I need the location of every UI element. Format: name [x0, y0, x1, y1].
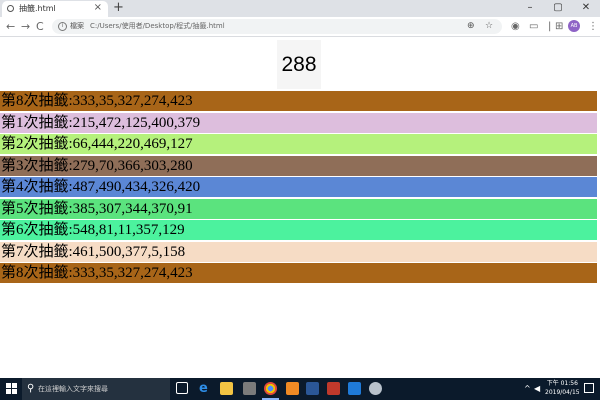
- draw-row: 第3次抽籤:279,70,366,303,280: [0, 155, 597, 176]
- browser-tab-strip: 抽籤.html × + – ▢ ✕: [0, 0, 600, 17]
- extension-icon[interactable]: ◉: [511, 19, 520, 34]
- taskbar-search-placeholder: 在這裡輸入文字來搜尋: [38, 385, 108, 393]
- browser-tab[interactable]: 抽籤.html ×: [2, 1, 108, 17]
- app-icon[interactable]: [286, 382, 299, 395]
- minimize-button[interactable]: –: [516, 0, 544, 17]
- window-controls: – ▢ ✕: [516, 0, 600, 17]
- clock-date: 2019/04/15: [545, 389, 580, 396]
- draw-row: 第1次抽籤:215,472,125,400,379: [0, 112, 597, 133]
- info-icon: i: [58, 21, 67, 31]
- notification-icon[interactable]: [584, 383, 594, 393]
- close-tab-icon[interactable]: ×: [94, 2, 102, 14]
- store-icon[interactable]: [243, 382, 256, 395]
- draw-row: 第7次抽籤:461,500,377,5,158: [0, 241, 597, 262]
- paint-icon[interactable]: [369, 382, 382, 395]
- draw-row: 第4次抽籤:487,490,434,326,420: [0, 177, 597, 197]
- result-number: 288: [277, 40, 321, 89]
- taskbar-search-box[interactable]: ⚲ 在這裡輸入文字來搜尋: [22, 378, 170, 400]
- forward-button[interactable]: →: [21, 19, 30, 34]
- windows-taskbar: ⚲ 在這裡輸入文字來搜尋 e ^ ◀ 下午 01:56 2019/04/15: [0, 378, 600, 400]
- maximize-button[interactable]: ▢: [544, 0, 572, 17]
- close-window-button[interactable]: ✕: [572, 0, 600, 17]
- new-tab-button[interactable]: +: [113, 0, 124, 16]
- globe-icon: [7, 5, 14, 12]
- draw-row: 第5次抽籤:385,307,344,370,91: [0, 198, 597, 219]
- draw-row: 第2次抽籤:66,444,220,469,127: [0, 134, 597, 154]
- tray-chevron-icon[interactable]: ^: [524, 383, 531, 395]
- cast-icon[interactable]: ▭: [529, 19, 538, 34]
- separator-icon: |: [548, 21, 552, 32]
- site-info-label: 檔案: [70, 22, 84, 30]
- menu-icon[interactable]: ⋮: [588, 19, 598, 34]
- task-view-icon[interactable]: [176, 382, 188, 394]
- profile-avatar[interactable]: AB: [568, 20, 580, 32]
- star-icon[interactable]: ☆: [485, 20, 493, 33]
- back-button[interactable]: ←: [6, 19, 15, 34]
- extension-puzzle-icon[interactable]: ⊞: [555, 19, 563, 34]
- chrome-icon[interactable]: [262, 382, 279, 400]
- reload-button[interactable]: C: [36, 19, 44, 34]
- vscode-icon[interactable]: [348, 382, 361, 395]
- draw-row: 第6次抽籤:548,81,11,357,129: [0, 220, 597, 240]
- clock-time: 下午 01:56: [546, 380, 578, 387]
- draw-row: 第8次抽籤:333,35,327,274,423: [0, 263, 597, 283]
- search-icon: ⚲: [27, 383, 35, 394]
- site-info[interactable]: i 檔案: [58, 20, 84, 33]
- address-bar[interactable]: i 檔案 C:/Users/使用者/Desktop/程式/抽籤.html ⊕ ☆: [52, 19, 502, 34]
- volume-icon[interactable]: ◀: [534, 383, 540, 395]
- taskbar-clock[interactable]: 下午 01:56 2019/04/15: [545, 379, 580, 397]
- zoom-icon[interactable]: ⊕: [467, 20, 475, 33]
- file-explorer-icon[interactable]: [220, 382, 233, 395]
- tab-title: 抽籤.html: [19, 4, 56, 13]
- edge-icon[interactable]: e: [199, 382, 212, 395]
- browser-toolbar: ← → C i 檔案 C:/Users/使用者/Desktop/程式/抽籤.htm…: [0, 17, 600, 37]
- windows-start-icon[interactable]: [6, 383, 18, 395]
- draw-list: 第8次抽籤:333,35,327,274,423 第1次抽籤:215,472,12…: [0, 91, 597, 285]
- draw-row: 第8次抽籤:333,35,327,274,423: [0, 91, 597, 111]
- word-icon[interactable]: [306, 382, 319, 395]
- powerpoint-icon[interactable]: [327, 382, 340, 395]
- address-url[interactable]: C:/Users/使用者/Desktop/程式/抽籤.html: [90, 20, 225, 33]
